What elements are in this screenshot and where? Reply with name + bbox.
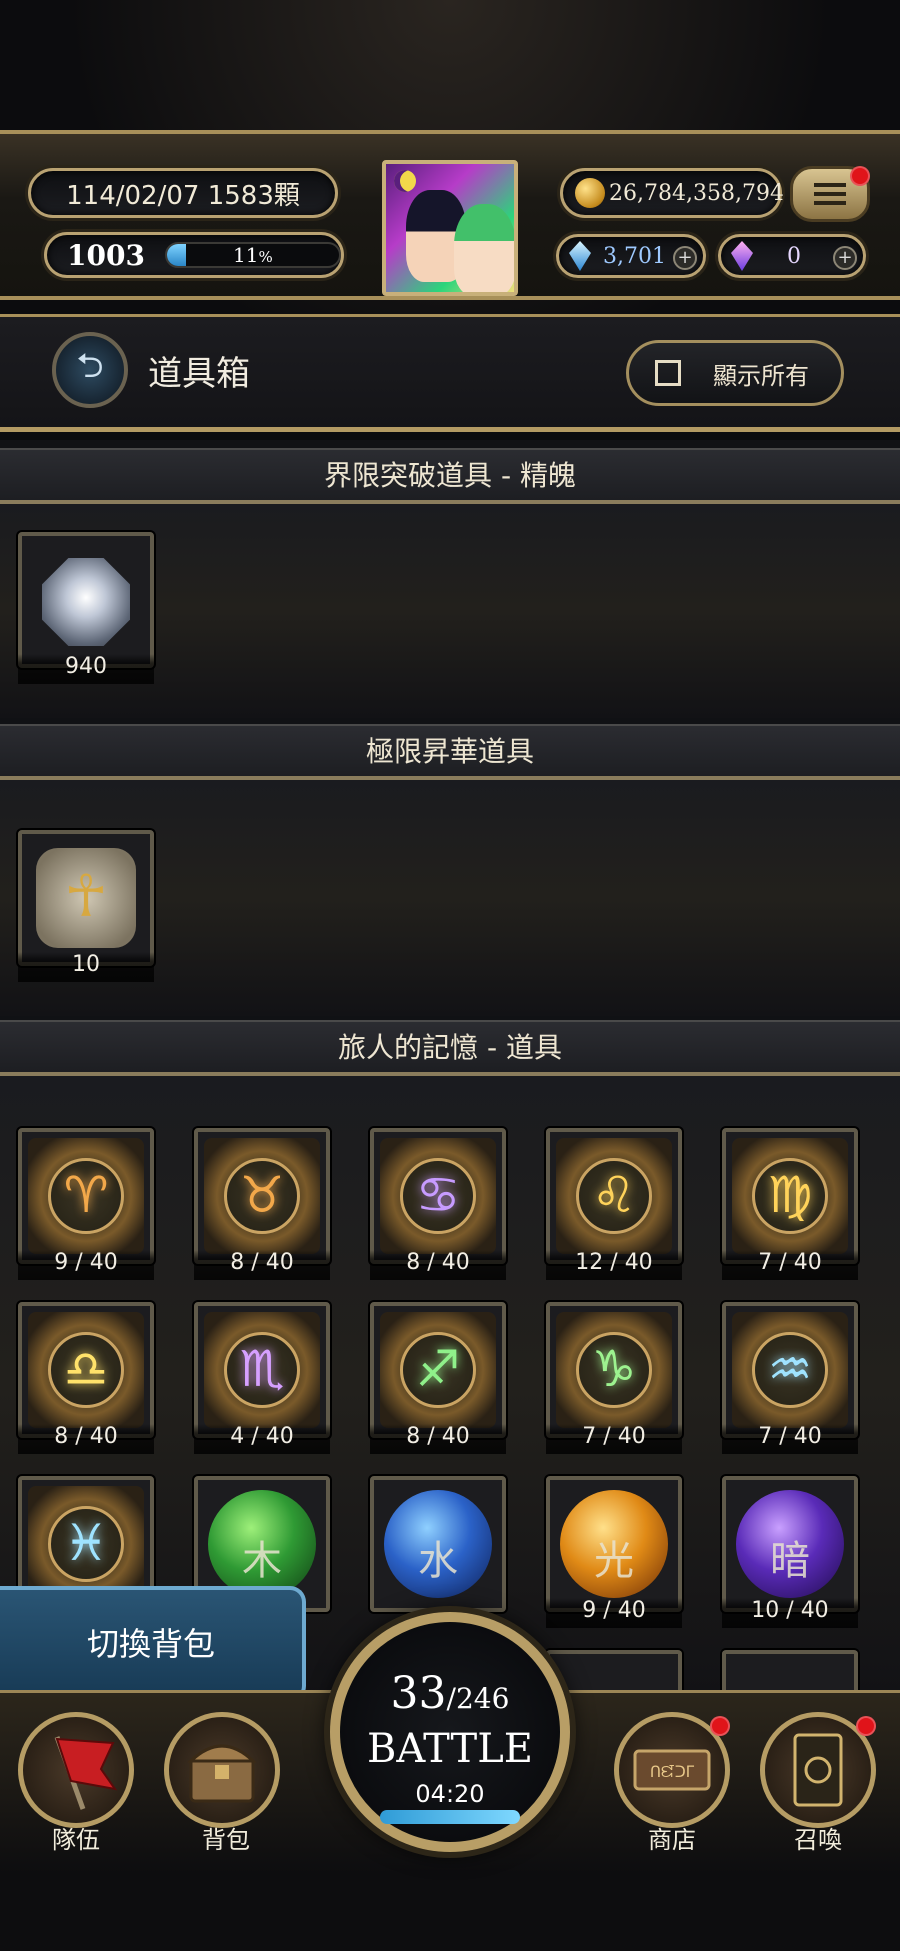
memory-item[interactable]: 光 bbox=[546, 1476, 682, 1612]
ankh-stone-icon: ☥ bbox=[36, 848, 136, 948]
memory-item[interactable]: ♒ bbox=[722, 1302, 858, 1438]
show-all-toggle[interactable]: 顯示所有 bbox=[626, 340, 844, 406]
zodiac-glyph: ♍ bbox=[767, 1166, 813, 1224]
gold-coin-icon bbox=[575, 178, 605, 208]
item-count: 7 / 40 bbox=[722, 1424, 858, 1454]
crystal-essence-icon bbox=[42, 558, 130, 646]
shop-label: 商店 bbox=[648, 1826, 696, 1854]
item-essence[interactable] bbox=[18, 532, 154, 668]
element-glyph: 暗 bbox=[770, 1538, 810, 1584]
date-text: 114/02/07 1583顆 bbox=[66, 180, 300, 211]
player-avatar[interactable] bbox=[382, 160, 518, 296]
bag-label: 背包 bbox=[202, 1826, 250, 1854]
orange-element-orb-icon: 光 bbox=[560, 1490, 668, 1598]
item-count: 940 bbox=[18, 654, 154, 684]
team-button[interactable] bbox=[18, 1712, 134, 1828]
zodiac-glyph: ♉ bbox=[239, 1166, 285, 1224]
purple-gem-counter: 0 + bbox=[718, 234, 866, 278]
zodiac-glyph: ♏ bbox=[239, 1340, 285, 1398]
zodiac-glyph: ♌ bbox=[591, 1166, 637, 1224]
blue-gem-counter: 3,701 + bbox=[556, 234, 706, 278]
section-title-sublimation: 極限昇華道具 bbox=[0, 724, 900, 780]
item-count: 9 / 40 bbox=[18, 1250, 154, 1280]
element-glyph: 水 bbox=[418, 1538, 458, 1584]
zodiac-glyph: ♒ bbox=[767, 1340, 813, 1398]
memory-item[interactable]: ♍ bbox=[722, 1128, 858, 1264]
blue-gem-icon bbox=[569, 241, 591, 271]
checkbox-icon bbox=[655, 360, 681, 386]
back-button[interactable]: ⮌ bbox=[52, 332, 128, 408]
section-title-essence: 界限突破道具 - 精魄 bbox=[0, 448, 900, 504]
add-blue-gems-button[interactable]: + bbox=[673, 246, 697, 270]
memory-item[interactable]: ♎ bbox=[18, 1302, 154, 1438]
add-purple-gems-button[interactable]: + bbox=[833, 246, 857, 270]
green-element-orb-icon: 木 bbox=[208, 1490, 316, 1598]
zodiac-glyph: ♑ bbox=[591, 1340, 637, 1398]
memory-item[interactable]: ♈ bbox=[18, 1128, 154, 1264]
date-counter: 114/02/07 1583顆 bbox=[28, 168, 338, 218]
gold-amount: 26,784,358,794 bbox=[609, 180, 784, 206]
item-count: 8 / 40 bbox=[18, 1424, 154, 1454]
stamina-bar bbox=[380, 1810, 520, 1824]
zodiac-glyph: ♋ bbox=[415, 1166, 461, 1224]
purple-gem-amount: 0 bbox=[787, 243, 801, 269]
memory-item[interactable]: 水 bbox=[370, 1476, 506, 1612]
item-count: 9 / 40 bbox=[546, 1598, 682, 1628]
item-count: 10 / 40 bbox=[722, 1598, 858, 1628]
svg-text:ᑎᘿᑐᒥ: ᑎᘿᑐᒥ bbox=[650, 1763, 695, 1781]
stamina-counter: 33/246 bbox=[390, 1668, 510, 1719]
team-label: 隊伍 bbox=[52, 1826, 100, 1854]
zodiac-glyph: ♈ bbox=[63, 1166, 109, 1224]
memory-item[interactable]: ♋ bbox=[370, 1128, 506, 1264]
show-all-label: 顯示所有 bbox=[713, 361, 809, 390]
memory-item[interactable]: ♉ bbox=[194, 1128, 330, 1264]
item-sublimation[interactable]: ☥ bbox=[18, 830, 154, 966]
element-glyph: 光 bbox=[594, 1538, 634, 1584]
blue-gem-amount: 3,701 bbox=[603, 243, 666, 269]
summon-card-icon bbox=[793, 1733, 843, 1807]
xp-percent: 11% bbox=[233, 243, 273, 267]
purple-gem-icon bbox=[731, 241, 753, 271]
zodiac-glyph: ♎ bbox=[63, 1340, 109, 1398]
item-count: 4 / 40 bbox=[194, 1424, 330, 1454]
back-arrow-icon: ⮌ bbox=[76, 345, 104, 386]
item-count: 7 / 40 bbox=[546, 1424, 682, 1454]
red-flag-icon bbox=[54, 1736, 118, 1810]
moon-icon bbox=[394, 170, 416, 192]
purple-element-orb-icon: 暗 bbox=[736, 1490, 844, 1598]
battle-label: BATTLE bbox=[367, 1726, 533, 1772]
item-count: 8 / 40 bbox=[370, 1424, 506, 1454]
summon-notification-dot bbox=[856, 1716, 876, 1736]
memory-item[interactable]: ♐ bbox=[370, 1302, 506, 1438]
item-count: 8 / 40 bbox=[194, 1250, 330, 1280]
item-count: 12 / 40 bbox=[546, 1250, 682, 1280]
zodiac-glyph: ♓ bbox=[63, 1514, 109, 1572]
switch-bag-button[interactable]: 切換背包 bbox=[0, 1586, 306, 1702]
summon-label: 召喚 bbox=[794, 1826, 842, 1854]
player-level: 1003 bbox=[67, 238, 145, 272]
player-level-panel: 1003 11% bbox=[44, 232, 344, 278]
item-count: 10 bbox=[18, 952, 154, 982]
battle-button[interactable]: 33/246 BATTLE 04:20 bbox=[330, 1612, 570, 1852]
element-glyph: 木 bbox=[242, 1538, 282, 1584]
item-count: 7 / 40 bbox=[722, 1250, 858, 1280]
stamina-timer: 04:20 bbox=[415, 1780, 485, 1808]
memory-item[interactable]: ♑ bbox=[546, 1302, 682, 1438]
hamburger-icon bbox=[814, 183, 846, 205]
shop-sign-icon: ᑎᘿᑐᒥ bbox=[633, 1749, 711, 1791]
item-count: 8 / 40 bbox=[370, 1250, 506, 1280]
menu-notification-dot bbox=[850, 166, 870, 186]
xp-progress-bar: 11% bbox=[164, 242, 341, 268]
bag-button[interactable] bbox=[164, 1712, 280, 1828]
zodiac-glyph: ♐ bbox=[415, 1340, 461, 1398]
chest-icon bbox=[187, 1744, 257, 1803]
memory-item[interactable]: ♏ bbox=[194, 1302, 330, 1438]
memory-item[interactable]: ♌ bbox=[546, 1128, 682, 1264]
shop-notification-dot bbox=[710, 1716, 730, 1736]
section-title-traveler-memory: 旅人的記憶 - 道具 bbox=[0, 1020, 900, 1076]
memory-item[interactable]: 暗 bbox=[722, 1476, 858, 1612]
blue-element-orb-icon: 水 bbox=[384, 1490, 492, 1598]
page-title: 道具箱 bbox=[148, 354, 250, 394]
gold-counter: 26,784,358,794 bbox=[560, 168, 784, 218]
